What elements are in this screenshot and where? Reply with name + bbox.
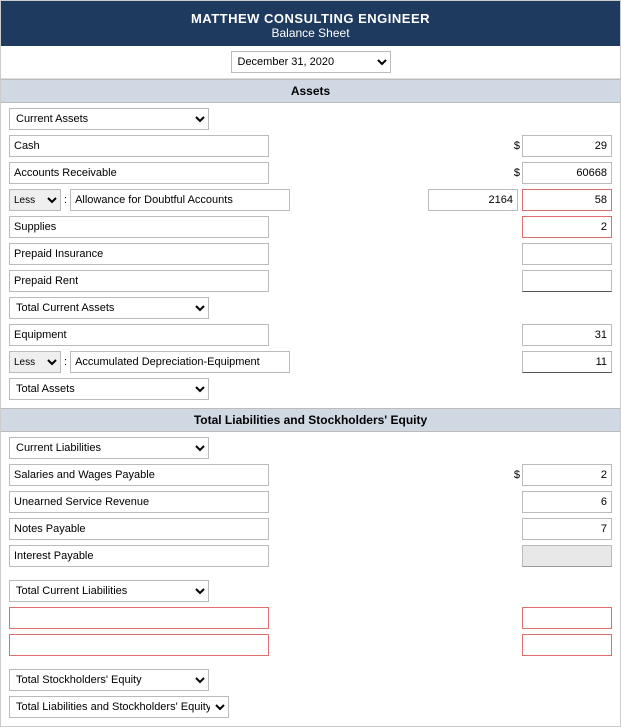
company-name: MATTHEW CONSULTING ENGINEER <box>1 11 620 26</box>
sheet-type: Balance Sheet <box>1 26 620 40</box>
total-assets-select[interactable]: Total Assets <box>9 378 209 400</box>
total-stockholders-equity-select[interactable]: Total Stockholders' Equity <box>9 669 209 691</box>
allowance-row: Less : <box>9 188 612 212</box>
notes-amount-input[interactable] <box>522 518 612 540</box>
assets-section-bar: Assets <box>1 79 620 103</box>
cash-dollar-sign: $ <box>514 140 520 152</box>
extra-label-2[interactable] <box>9 634 269 656</box>
ar-dollar-sign: $ <box>514 167 520 179</box>
date-select[interactable]: December 31, 2020 <box>231 51 391 73</box>
extra-amount-2[interactable] <box>522 634 612 656</box>
assets-label: Assets <box>291 84 330 98</box>
date-row: December 31, 2020 <box>1 46 620 79</box>
ar-label-input[interactable] <box>9 162 269 184</box>
balance-sheet-page: MATTHEW CONSULTING ENGINEER Balance Shee… <box>0 0 621 727</box>
total-liab-equity-row: Total Liabilities and Stockholders' Equi… <box>9 695 612 719</box>
supplies-row <box>9 215 612 239</box>
extra-row-1 <box>9 606 612 630</box>
salaries-dollar-sign: $ <box>514 469 520 481</box>
total-current-liabilities-row: Total Current Liabilities <box>9 579 612 603</box>
unearned-label-input[interactable] <box>9 491 269 513</box>
prepaid-rent-label-input[interactable] <box>9 270 269 292</box>
total-current-assets-select[interactable]: Total Current Assets <box>9 297 209 319</box>
accum-dep-amount-input[interactable] <box>522 351 612 373</box>
total-stockholders-equity-row: Total Stockholders' Equity <box>9 668 612 692</box>
accum-dep-label-input[interactable] <box>70 351 290 373</box>
extra-label-1[interactable] <box>9 607 269 629</box>
current-assets-row: Current Assets <box>9 107 612 131</box>
unearned-amount-input[interactable] <box>522 491 612 513</box>
less2-select[interactable]: Less <box>9 351 61 373</box>
equipment-label-input[interactable] <box>9 324 269 346</box>
prepaid-insurance-row <box>9 242 612 266</box>
liabilities-content: Current Liabilities $ <box>1 432 620 726</box>
supplies-label-input[interactable] <box>9 216 269 238</box>
supplies-amount-input[interactable] <box>522 216 612 238</box>
interest-row <box>9 544 612 568</box>
liabilities-label: Total Liabilities and Stockholders' Equi… <box>194 413 427 427</box>
colon2: : <box>64 356 67 368</box>
cash-row: $ <box>9 134 612 158</box>
extra-amount-1[interactable] <box>522 607 612 629</box>
total-current-assets-row: Total Current Assets <box>9 296 612 320</box>
salaries-label-input[interactable] <box>9 464 269 486</box>
assets-content: Current Assets $ $ Less : <box>1 103 620 408</box>
current-liabilities-select[interactable]: Current Liabilities <box>9 437 209 459</box>
notes-row <box>9 517 612 541</box>
equipment-amount-input[interactable] <box>522 324 612 346</box>
interest-label-input[interactable] <box>9 545 269 567</box>
total-assets-row: Total Assets <box>9 377 612 401</box>
prepaid-insurance-amount-input[interactable] <box>522 243 612 265</box>
unearned-row <box>9 490 612 514</box>
prepaid-rent-row <box>9 269 612 293</box>
cash-amount-input[interactable] <box>522 135 612 157</box>
allowance-amount-input[interactable] <box>428 189 518 211</box>
extra-row-2 <box>9 633 612 657</box>
prepaid-insurance-label-input[interactable] <box>9 243 269 265</box>
ar-row: $ <box>9 161 612 185</box>
header-bar: MATTHEW CONSULTING ENGINEER Balance Shee… <box>1 1 620 46</box>
colon1: : <box>64 194 67 206</box>
total-current-liabilities-select[interactable]: Total Current Liabilities <box>9 580 209 602</box>
allowance-label-input[interactable] <box>70 189 290 211</box>
salaries-row: $ <box>9 463 612 487</box>
interest-amount-input[interactable] <box>522 545 612 567</box>
allowance-net-input[interactable] <box>522 189 612 211</box>
liabilities-section-bar: Total Liabilities and Stockholders' Equi… <box>1 408 620 432</box>
accum-dep-row: Less : <box>9 350 612 374</box>
cash-label-input[interactable] <box>9 135 269 157</box>
prepaid-rent-amount-input[interactable] <box>522 270 612 292</box>
total-liab-equity-select[interactable]: Total Liabilities and Stockholders' Equi… <box>9 696 229 718</box>
salaries-amount-input[interactable] <box>522 464 612 486</box>
current-liabilities-row: Current Liabilities <box>9 436 612 460</box>
equipment-row <box>9 323 612 347</box>
current-assets-select[interactable]: Current Assets <box>9 108 209 130</box>
less-select[interactable]: Less <box>9 189 61 211</box>
ar-amount-input[interactable] <box>522 162 612 184</box>
notes-label-input[interactable] <box>9 518 269 540</box>
